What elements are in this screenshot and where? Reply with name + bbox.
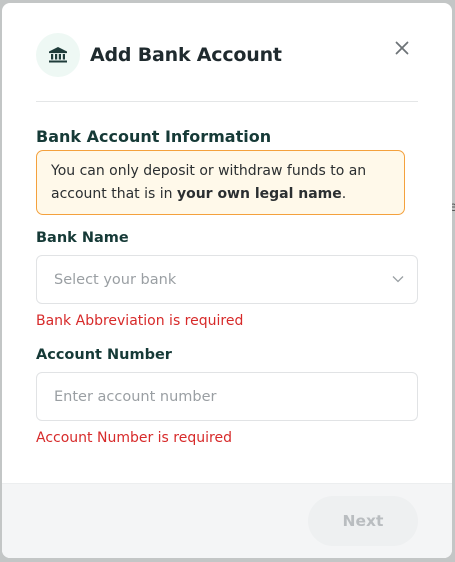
chevron-down-icon bbox=[391, 272, 405, 286]
add-bank-account-modal: Add Bank Account Bank Account Informatio… bbox=[2, 3, 452, 558]
bank-icon bbox=[36, 33, 80, 77]
account-number-label: Account Number bbox=[36, 347, 172, 363]
header-divider bbox=[36, 101, 418, 102]
account-number-error: Account Number is required bbox=[36, 430, 232, 446]
notice-emphasis: your own legal name bbox=[176, 186, 342, 202]
modal-title: Add Bank Account bbox=[90, 44, 282, 66]
modal-header: Add Bank Account bbox=[36, 32, 418, 78]
section-title: Bank Account Information bbox=[36, 127, 272, 146]
bank-name-error: Bank Abbreviation is required bbox=[36, 313, 244, 329]
account-number-placeholder: Enter account number bbox=[54, 388, 217, 405]
modal-footer: Next bbox=[2, 483, 452, 558]
close-icon[interactable] bbox=[392, 38, 412, 58]
bank-name-placeholder: Select your bank bbox=[54, 271, 177, 288]
bank-name-label: Bank Name bbox=[36, 230, 129, 246]
legal-name-notice: You can only deposit or withdraw funds t… bbox=[36, 150, 405, 215]
bank-name-select[interactable]: Select your bank bbox=[36, 255, 418, 304]
account-number-field[interactable]: Enter account number bbox=[36, 372, 418, 421]
notice-text-end: . bbox=[341, 186, 347, 202]
next-button[interactable]: Next bbox=[308, 496, 418, 546]
